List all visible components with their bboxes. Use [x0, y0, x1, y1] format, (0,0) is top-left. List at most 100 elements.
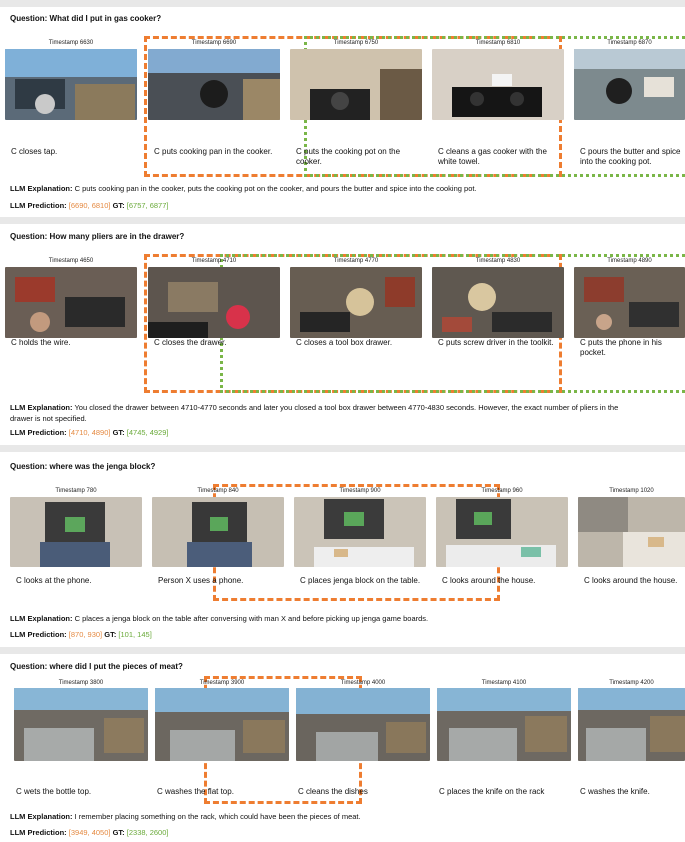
video-frame-image — [574, 49, 685, 120]
video-frame-image — [432, 49, 564, 120]
timestamp: Timestamp 6750 — [333, 40, 379, 46]
video-frame-image — [436, 497, 568, 567]
frame-2-3: Timestamp 4770 C closes a tool box drawe… — [290, 258, 422, 388]
video-frame-image — [5, 49, 137, 120]
timestamp: Timestamp 900 — [339, 488, 381, 494]
gt-value: [6757, 6877] — [126, 201, 169, 210]
frame-1-3: Timestamp 6750 C puts the cooking pot on… — [290, 40, 422, 170]
prediction-line-1: LLM Prediction: [6690, 6810] GT: [6757, … — [10, 201, 168, 210]
prediction-label: LLM Prediction: — [10, 428, 67, 437]
frame-caption: C looks around the house. — [442, 576, 536, 585]
gt-value: [101, 145] — [118, 630, 152, 639]
frame-caption: Person X uses a phone. — [158, 576, 244, 585]
frame-2-5: Timestamp 4890 C puts the phone in his p… — [574, 258, 685, 388]
video-frame-image — [14, 688, 148, 761]
video-frame-image — [296, 688, 430, 761]
explanation-text: C places a jenga block on the table afte… — [74, 614, 429, 623]
video-frame-image — [152, 497, 284, 567]
timestamp: Timestamp 4650 — [48, 258, 94, 264]
video-frame-image — [432, 267, 564, 338]
gt-label: GT: — [112, 201, 125, 210]
gt-value: [2338, 2600] — [126, 828, 169, 837]
explanation-text: I remember placing something on the rack… — [74, 812, 361, 821]
timestamp: Timestamp 780 — [55, 488, 97, 494]
video-frame-image — [290, 49, 422, 120]
frame-caption: C holds the wire. — [11, 338, 71, 347]
video-frame-image — [578, 688, 685, 761]
frame-caption: C closes a tool box drawer. — [296, 338, 393, 347]
timestamp: Timestamp 840 — [197, 488, 239, 494]
timestamp: Timestamp 4710 — [191, 258, 237, 264]
explanation-4: LLM Explanation: I remember placing some… — [10, 812, 361, 821]
video-frame-image — [437, 688, 571, 761]
question-3: Question: where was the jenga block? — [10, 462, 156, 471]
explanation-label: LLM Explanation: — [10, 403, 73, 412]
frame-caption: C looks around the house. — [584, 576, 678, 585]
prediction-line-3: LLM Prediction: [870, 930] GT: [101, 145… — [10, 630, 152, 639]
explanation-label: LLM Explanation: — [10, 614, 73, 623]
explanation-text-cont: drawer is not specified. — [10, 414, 87, 423]
frame-1-2: Timestamp 6690 C puts cooking pan in the… — [148, 40, 280, 170]
timestamp: Timestamp 1020 — [609, 488, 654, 494]
timestamp: Timestamp 4830 — [475, 258, 521, 264]
video-frame-image — [290, 267, 422, 338]
timestamp: Timestamp 3800 — [58, 680, 104, 686]
question-2: Question: How many pliers are in the dra… — [10, 232, 185, 241]
frame-4-5: Timestamp 4200 C washes the knife. — [578, 680, 685, 805]
frame-caption: C washes the flat top. — [157, 787, 234, 796]
prediction-value: [4710, 4890] — [68, 428, 111, 437]
frame-1-1: Timestamp 6630 C closes tap. — [5, 40, 137, 170]
frame-4-3: Timestamp 4000 C cleans the dishes — [296, 680, 430, 805]
explanation-text: C puts cooking pan in the cooker, puts t… — [74, 184, 477, 193]
prediction-line-2: LLM Prediction: [4710, 4890] GT: [4745, … — [10, 428, 168, 437]
prediction-label: LLM Prediction: — [10, 630, 67, 639]
gt-label: GT: — [104, 630, 117, 639]
section-separator — [0, 0, 685, 7]
video-frame-image — [148, 267, 280, 338]
timestamp: Timestamp 4100 — [481, 680, 527, 686]
frame-4-1: Timestamp 3800 C wets the bottle top. — [14, 680, 148, 805]
gt-label: GT: — [112, 428, 125, 437]
frame-caption: C puts the phone in his pocket. — [580, 338, 662, 357]
timestamp: Timestamp 6690 — [191, 40, 237, 46]
timestamp: Timestamp 6810 — [475, 40, 521, 46]
frame-caption: C places the knife on the rack — [439, 787, 545, 796]
section-separator — [0, 445, 685, 452]
timestamp: Timestamp 4890 — [607, 258, 652, 264]
explanation-label: LLM Explanation: — [10, 812, 73, 821]
video-frame-image — [5, 267, 137, 338]
frame-caption: C places jenga block on the table. — [300, 576, 421, 585]
frame-3-3: Timestamp 900 C places jenga block on th… — [294, 488, 426, 598]
frame-3-4: Timestamp 960 C looks around the house. — [436, 488, 568, 598]
frame-caption: C puts cooking pan in the cooker. — [154, 147, 273, 156]
frame-caption: C puts the cooking pot on the cooker. — [296, 147, 401, 166]
gt-label: GT: — [112, 828, 125, 837]
video-frame-image — [155, 688, 289, 761]
timestamp: Timestamp 4770 — [333, 258, 379, 264]
video-frame-image — [10, 497, 142, 567]
prediction-line-4: LLM Prediction: [3949, 4050] GT: [2338, … — [10, 828, 168, 837]
video-frame-image — [294, 497, 426, 567]
section-separator — [0, 217, 685, 224]
frame-2-4: Timestamp 4830 C puts screw driver in th… — [432, 258, 564, 388]
frame-4-2: Timestamp 3900 C washes the flat top. — [155, 680, 289, 805]
frame-3-1: Timestamp 780 C looks at the phone. — [10, 488, 142, 598]
frame-caption: C closes the drawer. — [154, 338, 227, 347]
video-frame-image — [574, 267, 685, 338]
prediction-value: [3949, 4050] — [68, 828, 111, 837]
video-frame-image — [578, 497, 685, 567]
timestamp: Timestamp 6870 — [607, 40, 652, 46]
frame-2-2: Timestamp 4710 C closes the drawer. — [148, 258, 280, 388]
frame-caption: C closes tap. — [11, 147, 58, 156]
frame-caption: C washes the knife. — [580, 787, 650, 796]
frame-caption: C pours the butter and spice into the co… — [580, 147, 681, 166]
frame-3-2: Timestamp 840 Person X uses a phone. — [152, 488, 284, 598]
frame-2-1: Timestamp 4650 C holds the wire. — [5, 258, 137, 388]
explanation-1: LLM Explanation: C puts cooking pan in t… — [10, 184, 477, 193]
prediction-label: LLM Prediction: — [10, 828, 67, 837]
prediction-value: [870, 930] — [68, 630, 103, 639]
prediction-value: [6690, 6810] — [68, 201, 111, 210]
frame-3-5: Timestamp 1020 C looks around the house. — [578, 488, 685, 598]
timestamp: Timestamp 960 — [481, 488, 523, 494]
timestamp: Timestamp 6630 — [48, 40, 94, 46]
